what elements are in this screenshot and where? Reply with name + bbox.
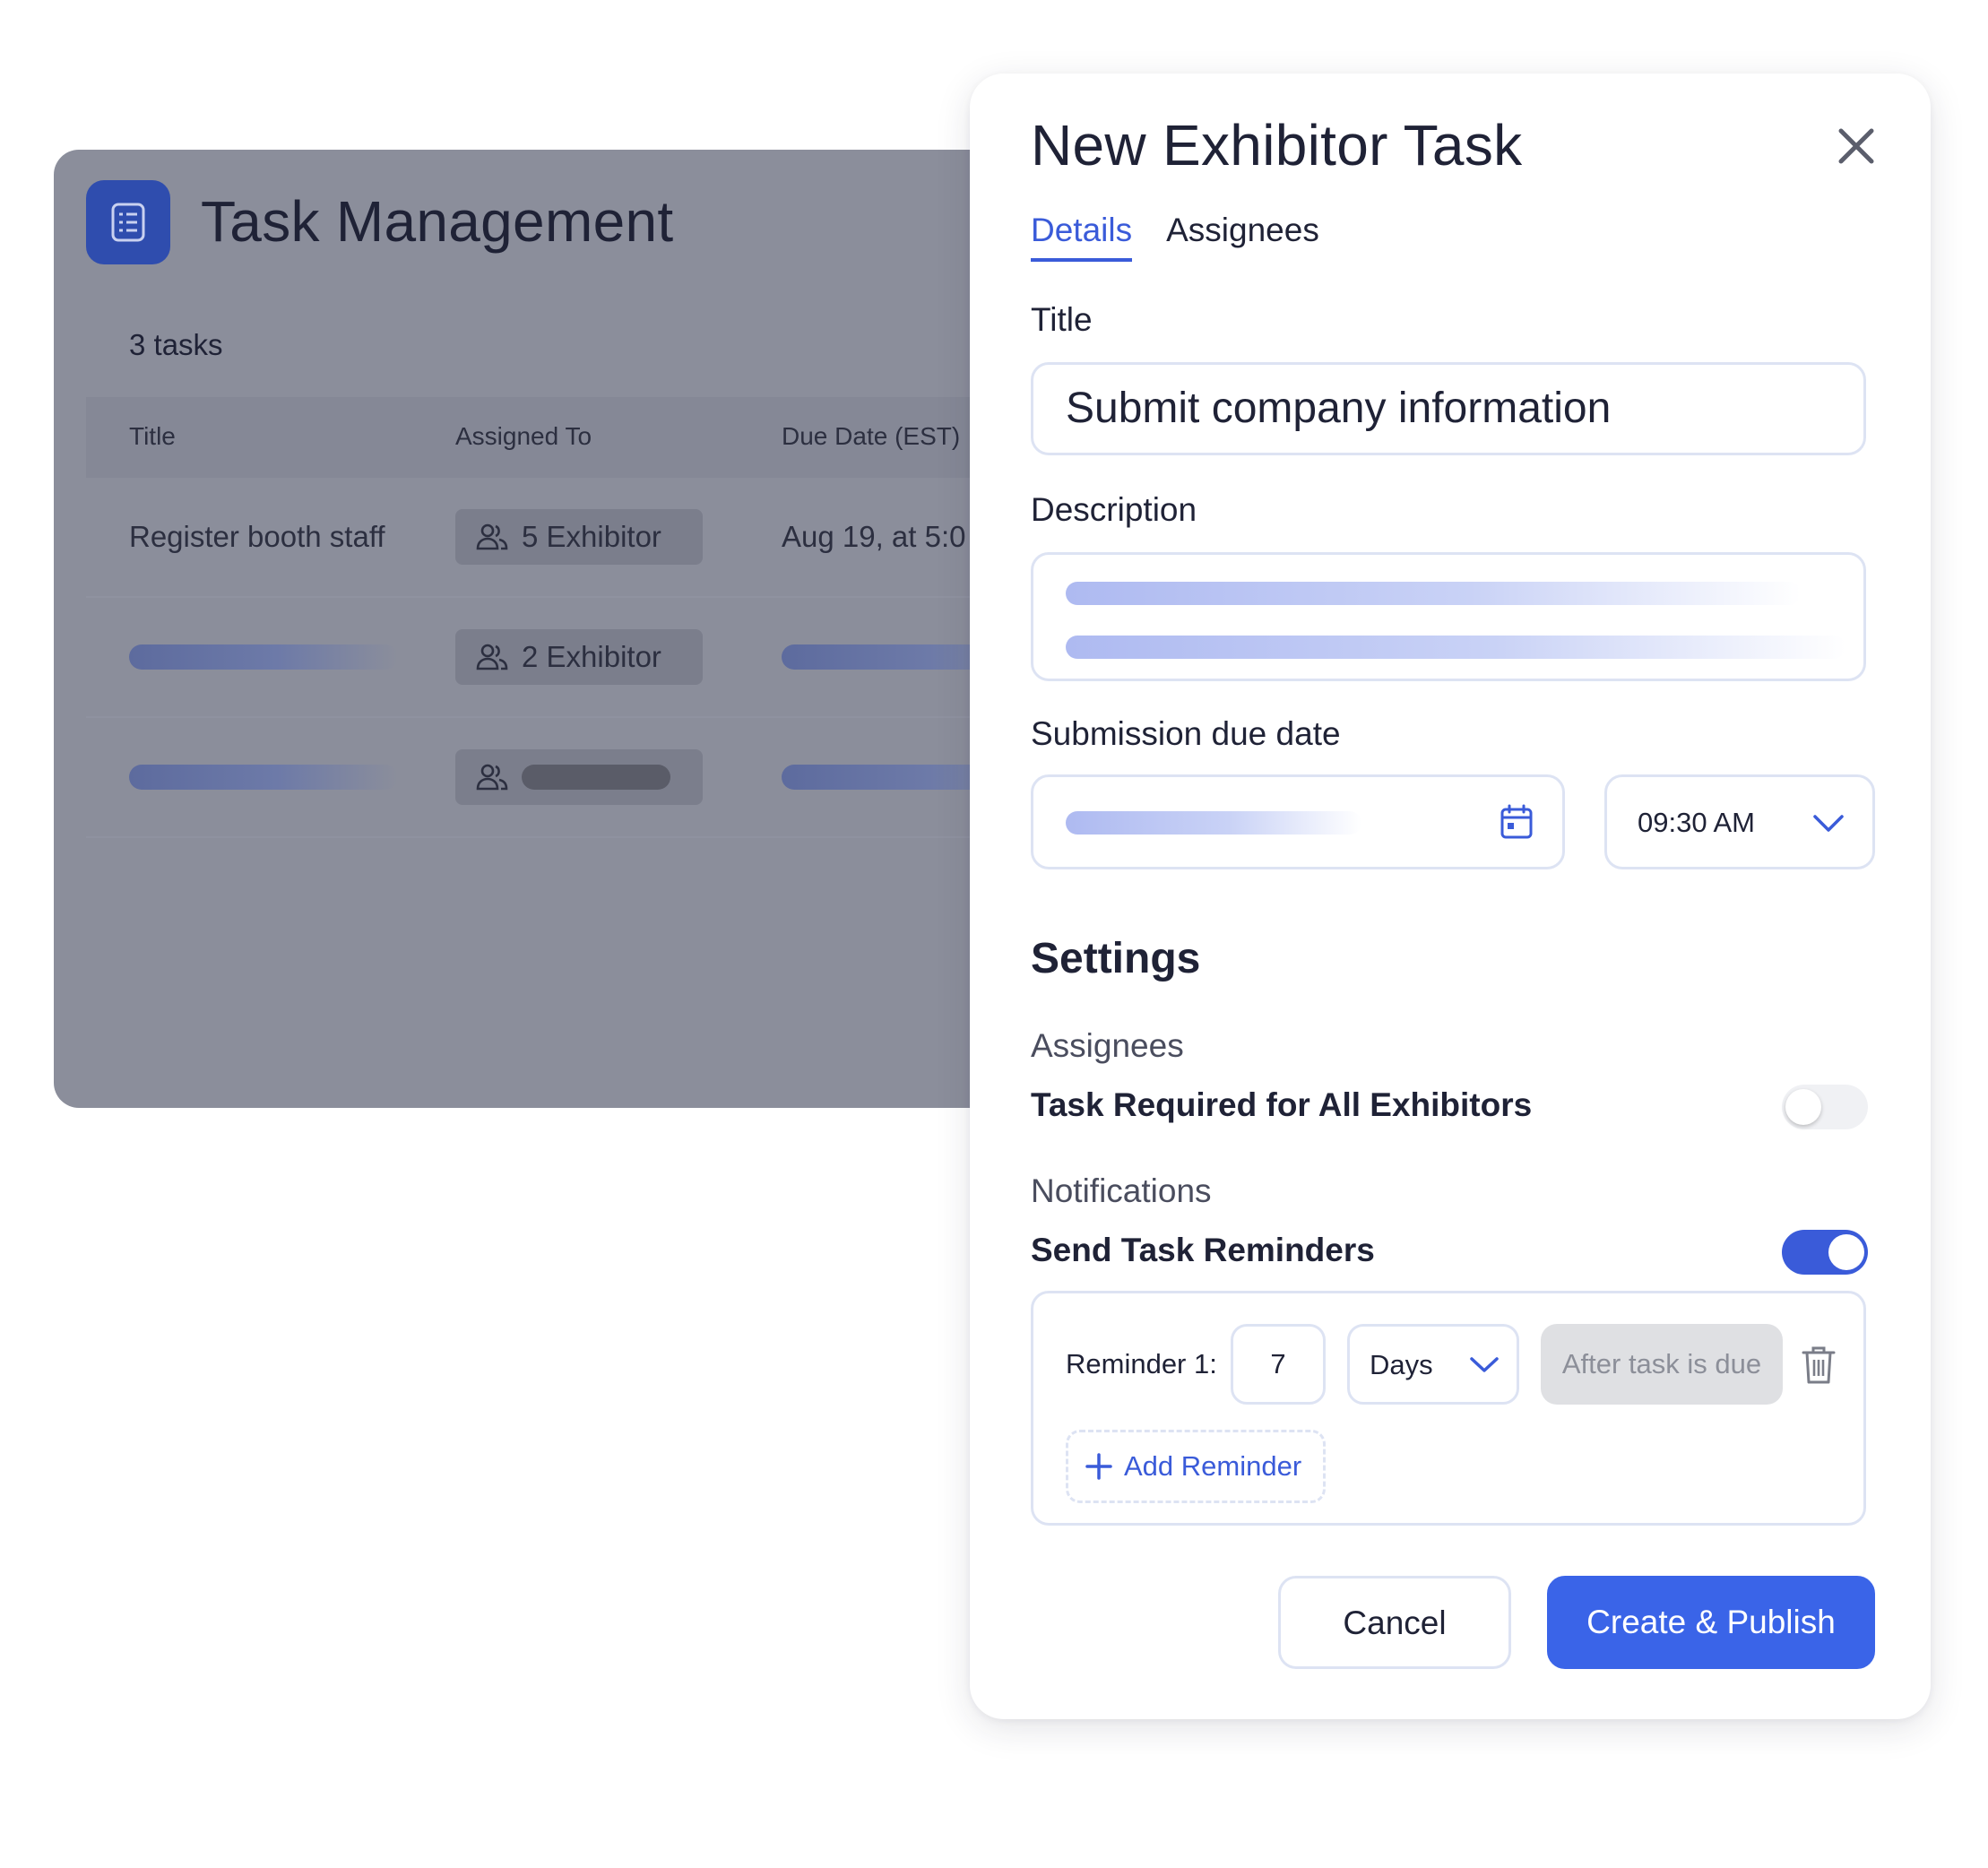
table-row[interactable]: 2 Exhibitor [86, 598, 1058, 718]
reminder-label: Reminder 1: [1066, 1348, 1217, 1379]
column-header-title[interactable]: Title [129, 419, 176, 454]
assignee-chip-label: 2 Exhibitor [522, 640, 661, 673]
cancel-button[interactable]: Cancel [1278, 1576, 1511, 1669]
task-management-panel: Task Management 3 tasks Title Assigned T… [54, 150, 1058, 1108]
row-title: Register booth staff [129, 520, 385, 553]
date-input[interactable] [1031, 774, 1565, 869]
calendar-icon[interactable] [1500, 804, 1534, 840]
trash-icon[interactable] [1801, 1345, 1837, 1385]
new-task-modal: New Exhibitor Task Details Assignees Tit… [970, 74, 1931, 1719]
column-header-due-date[interactable]: Due Date (EST) [782, 419, 960, 454]
tab-details[interactable]: Details [1031, 208, 1133, 262]
assignee-chip[interactable] [455, 749, 703, 805]
tab-assignees[interactable]: Assignees [1166, 208, 1319, 262]
assignee-chip-label: 5 Exhibitor [522, 520, 661, 553]
add-reminder-button[interactable]: Add Reminder [1066, 1430, 1326, 1503]
create-publish-button[interactable]: Create & Publish [1547, 1576, 1875, 1669]
task-list-icon [86, 180, 170, 264]
plus-icon [1085, 1453, 1112, 1480]
reminders-panel: Reminder 1: 7 Days After task is due Add… [1031, 1291, 1866, 1526]
users-icon [476, 523, 508, 550]
description-field[interactable] [1031, 552, 1866, 681]
title-label: Title [1031, 301, 1093, 338]
due-date-label: Submission due date [1031, 715, 1341, 752]
send-reminders-toggle[interactable] [1782, 1230, 1868, 1275]
toggle-knob [1828, 1234, 1864, 1270]
table-row[interactable]: Register booth staff 5 Exhibitor Aug 19,… [86, 478, 1058, 598]
reminder-unit-value: Days [1370, 1349, 1433, 1380]
assignee-chip[interactable]: 2 Exhibitor [455, 629, 703, 685]
modal-tabs: Details Assignees [1031, 208, 1319, 262]
reminder-timing-select[interactable]: After task is due [1541, 1324, 1783, 1405]
time-select[interactable]: 09:30 AM [1604, 774, 1875, 869]
send-reminders-label: Send Task Reminders [1031, 1232, 1375, 1268]
description-label: Description [1031, 491, 1197, 528]
close-icon[interactable] [1830, 120, 1882, 172]
settings-heading: Settings [1031, 935, 1201, 982]
chevron-down-icon [1470, 1357, 1499, 1372]
time-select-value: 09:30 AM [1638, 807, 1755, 838]
add-reminder-label: Add Reminder [1124, 1450, 1302, 1482]
row-due-date: Aug 19, at 5:0 [782, 520, 966, 553]
reminder-value-input[interactable]: 7 [1231, 1324, 1326, 1405]
assignee-chip[interactable]: 5 Exhibitor [455, 509, 703, 565]
task-required-toggle[interactable] [1782, 1085, 1868, 1129]
title-input[interactable]: Submit company information [1031, 362, 1866, 455]
page-title: Task Management [201, 189, 674, 254]
date-placeholder-line [1066, 811, 1361, 835]
assignee-placeholder [522, 765, 670, 790]
task-required-label: Task Required for All Exhibitors [1031, 1086, 1533, 1123]
description-placeholder-line [1066, 582, 1801, 605]
users-icon [476, 644, 508, 670]
row-title-placeholder [129, 644, 398, 670]
toggle-knob [1785, 1089, 1821, 1125]
notifications-section-label: Notifications [1031, 1172, 1212, 1209]
column-header-assigned-to[interactable]: Assigned To [455, 419, 592, 454]
users-icon [476, 764, 508, 791]
assignees-section-label: Assignees [1031, 1027, 1184, 1064]
row-title-placeholder [129, 765, 398, 790]
chevron-down-icon [1813, 815, 1844, 832]
reminder-unit-select[interactable]: Days [1347, 1324, 1519, 1405]
task-count: 3 tasks [129, 328, 223, 361]
table-header: Title Assigned To Due Date (EST) [86, 397, 1058, 478]
table-row[interactable] [86, 718, 1058, 838]
description-placeholder-line [1066, 636, 1845, 659]
modal-title: New Exhibitor Task [1031, 113, 1523, 177]
